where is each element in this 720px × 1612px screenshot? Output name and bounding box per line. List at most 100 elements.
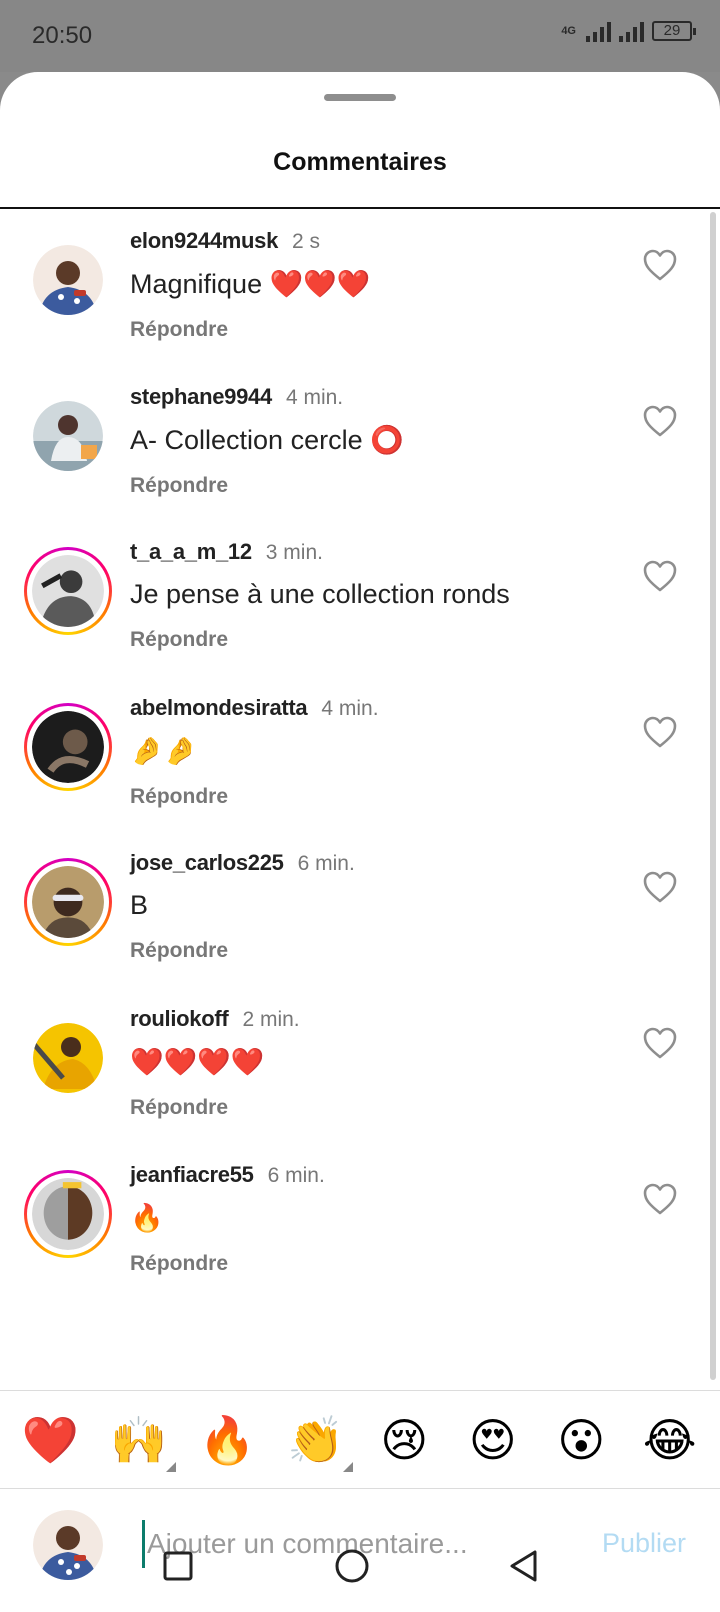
quick-reaction-emoji[interactable]: ❤️ [15,1412,85,1468]
skin-tone-indicator-icon [342,1461,353,1472]
skin-tone-indicator-icon [165,1461,176,1472]
comment-row[interactable]: jeanfiacre55 6 min. 🔥 Répondre [0,1142,720,1302]
comment-time: 3 min. [265,541,323,565]
reply-button[interactable]: Répondre [130,785,620,809]
comment-time: 4 min. [321,696,379,720]
comment-body: rouliokoff 2 min. ❤️❤️❤️❤️ Répondre [130,1006,620,1120]
like-heart-icon[interactable] [642,870,678,904]
signal-icon [586,20,611,42]
comment-text: 🔥 [130,1202,164,1233]
comment-time: 6 min. [267,1163,325,1187]
like-heart-icon[interactable] [642,1182,678,1216]
like-heart-icon[interactable] [642,559,678,593]
comment-text: 🤌🤌 [130,735,198,766]
comment-username[interactable]: jeanfiacre55 [130,1162,254,1188]
back-triangle-icon[interactable] [504,1546,544,1586]
quick-reaction-emoji[interactable]: 😮 [546,1412,616,1468]
comment-avatar[interactable] [24,858,112,947]
comment-row[interactable]: rouliokoff 2 min. ❤️❤️❤️❤️ Répondre [0,986,720,1146]
comment-time: 4 min. [285,385,344,409]
comment-row[interactable]: jose_carlos225 6 min. B Répondre [0,830,720,990]
status-bar: 20:50 4G 29 [0,0,720,72]
quick-reaction-emoji[interactable]: 😍 [458,1412,528,1468]
avatar-image [33,400,103,471]
comment-username[interactable]: rouliokoff [130,1006,229,1032]
reply-button[interactable]: Répondre [130,1096,620,1120]
quick-reaction-emoji[interactable]: 🔥 [192,1412,262,1468]
comment-avatar[interactable] [24,547,112,636]
avatar-image [31,1023,103,1093]
comment-body: elon9244musk 2 s Magnifique ❤️❤️❤️ Répon… [130,228,620,342]
comment-body: abelmondesiratta 4 min. 🤌🤌 Répondre [130,695,620,809]
quick-reaction-emoji[interactable]: 😢 [369,1412,439,1468]
comment-list[interactable]: elon9244musk 2 s Magnifique ❤️❤️❤️ Répon… [0,208,720,1390]
quick-reaction-emoji[interactable]: 🙌 [104,1412,176,1472]
comment-username[interactable]: elon9244musk [130,228,278,254]
drag-handle[interactable] [324,94,396,101]
quick-reaction-emoji[interactable]: 😂 [635,1412,705,1468]
status-icons: 4G 29 [561,20,696,42]
comment-avatar[interactable] [24,702,112,791]
avatar-image [32,555,104,628]
battery-icon: 29 [652,21,696,41]
network-type: 4G [561,24,576,37]
comment-username[interactable]: jose_carlos225 [130,850,284,876]
comment-avatar[interactable] [24,392,112,480]
comment-avatar[interactable] [24,1169,112,1258]
comment-text: Je pense à une collection ronds [130,579,510,610]
comment-text: B [130,890,149,921]
comment-avatar[interactable] [24,236,112,324]
like-heart-icon[interactable] [642,715,678,749]
like-heart-icon[interactable] [642,1026,678,1060]
like-heart-icon[interactable] [642,404,678,438]
comment-text: ❤️❤️❤️❤️ [130,1047,265,1077]
reply-button[interactable]: Répondre [130,628,620,652]
reply-button[interactable]: Répondre [130,318,620,342]
comment-username[interactable]: abelmondesiratta [130,695,308,721]
battery-level: 29 [663,22,681,39]
sheet-title: Commentaires [273,148,447,176]
avatar-image [32,1177,104,1250]
comment-meta: rouliokoff 2 min. [130,1006,620,1032]
quick-reaction-emoji[interactable]: 👏 [281,1412,353,1472]
system-nav-bar [0,1528,720,1612]
comment-body: t_a_a_m_12 3 min. Je pense à une collect… [130,539,620,652]
comment-time: 2 s [292,230,321,253]
comment-text: A- Collection cercle ⭕ [130,424,404,455]
home-circle-icon[interactable] [332,1546,372,1586]
comment-meta: jose_carlos225 6 min. [130,850,620,876]
reply-button[interactable]: Répondre [130,474,620,498]
signal-icon-2 [619,20,644,42]
comment-time: 2 min. [242,1008,300,1031]
comment-row[interactable]: stephane9944 4 min. A- Collection cercle… [0,364,720,524]
comment-body: stephane9944 4 min. A- Collection cercle… [130,384,620,498]
recents-square-icon[interactable] [158,1546,198,1586]
status-time: 20:50 [32,22,93,49]
comment-row[interactable]: elon9244musk 2 s Magnifique ❤️❤️❤️ Répon… [0,208,720,368]
avatar-image [33,245,103,315]
comment-meta: elon9244musk 2 s [130,228,620,254]
comment-time: 6 min. [297,852,355,876]
scrollbar[interactable] [710,212,716,1380]
comment-row[interactable]: abelmondesiratta 4 min. 🤌🤌 Répondre [0,675,720,835]
comment-avatar[interactable] [24,1014,112,1102]
emoji-divider [0,1390,720,1391]
comment-text: Magnifique ❤️❤️❤️ [130,269,371,299]
comments-sheet: Commentaires elon9244musk 2 s Magnifique… [0,72,720,1612]
comment-row[interactable]: t_a_a_m_12 3 min. Je pense à une collect… [0,519,720,679]
comment-meta: stephane9944 4 min. [130,384,620,410]
avatar-image [32,866,104,939]
quick-reaction-bar: ❤️ 🙌 🔥 👏 😢 😍 😮 😂 [0,1392,720,1487]
comment-username[interactable]: t_a_a_m_12 [130,539,252,565]
reply-button[interactable]: Répondre [130,1252,620,1276]
comment-body: jeanfiacre55 6 min. 🔥 Répondre [130,1162,620,1276]
comment-meta: jeanfiacre55 6 min. [130,1162,620,1188]
reply-button[interactable]: Répondre [130,939,620,963]
comment-meta: t_a_a_m_12 3 min. [130,539,620,565]
comment-username[interactable]: stephane9944 [130,384,272,410]
avatar-image [32,710,104,783]
comment-body: jose_carlos225 6 min. B Répondre [130,850,620,963]
like-heart-icon[interactable] [642,248,678,282]
composer-divider [0,1488,720,1489]
comment-meta: abelmondesiratta 4 min. [130,695,620,721]
